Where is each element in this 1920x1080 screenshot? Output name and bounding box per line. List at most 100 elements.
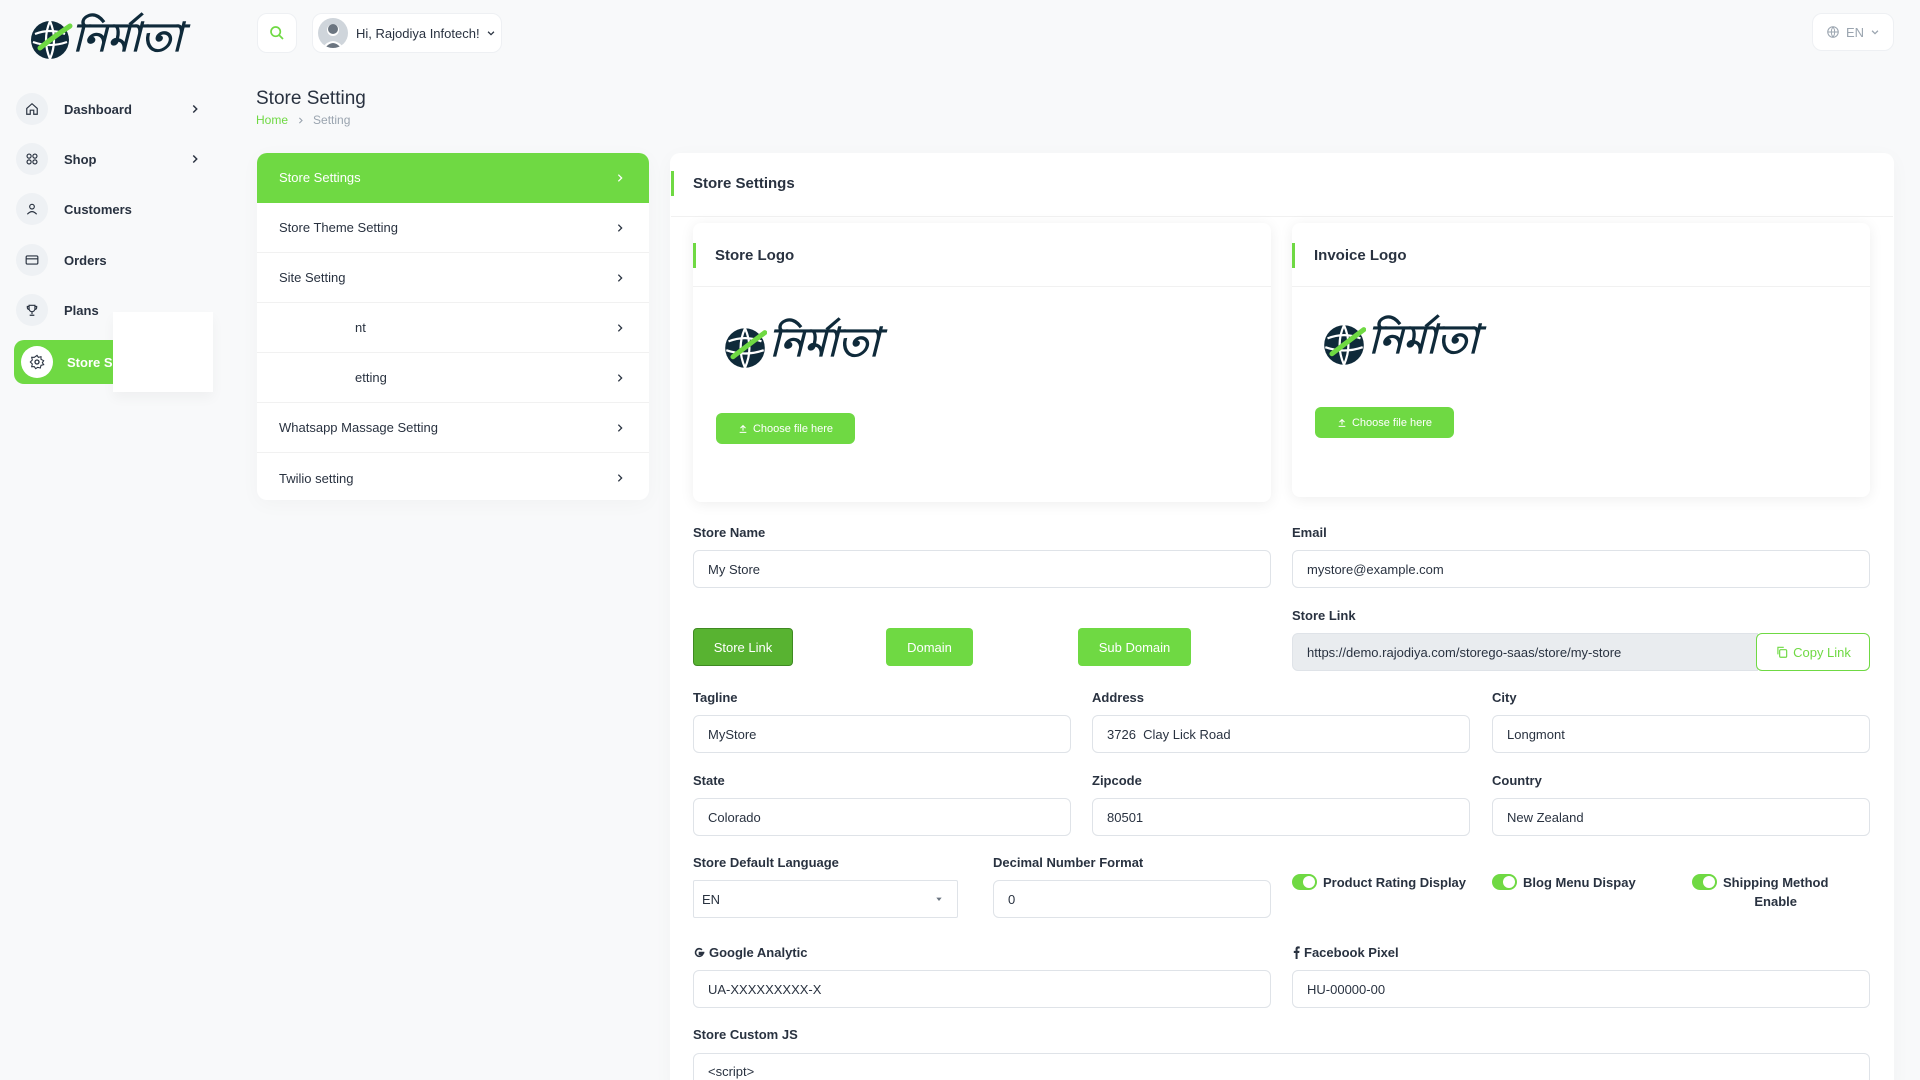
custom-js-textarea[interactable]: <script> — [693, 1053, 1870, 1080]
brand-logo[interactable]: নির্মাতা — [30, 8, 200, 68]
address-input[interactable]: 3726 Clay Lick Road — [1092, 715, 1470, 753]
invoice-logo-choose-file-button[interactable]: Choose file here — [1315, 407, 1454, 438]
default-language-value: EN — [702, 891, 721, 907]
menu-item-partial-2[interactable]: etting — [257, 353, 649, 403]
custom-js-label: Store Custom JS — [693, 1027, 798, 1042]
globe-icon — [1827, 26, 1839, 38]
user-greeting: Hi, Rajodiya Infotech! — [356, 25, 480, 41]
google-analytic-label-text: Google Analytic — [709, 945, 808, 960]
invoice-logo-card: Invoice Logo নির্মাতা Choose file here — [1292, 223, 1870, 497]
shipping-method-toggle-group: Shipping Method Enable — [1692, 874, 1828, 911]
chevron-right-icon — [617, 223, 623, 232]
shipping-method-label-line1: Shipping Method — [1723, 875, 1829, 890]
accent-bar — [693, 243, 696, 268]
menu-item-label: Whatsapp Massage Setting — [279, 420, 438, 435]
menu-item-partial-1[interactable]: nt — [257, 303, 649, 353]
upload-icon — [739, 424, 747, 433]
shipping-method-label-line2: Enable — [1754, 894, 1798, 909]
avatar — [318, 18, 348, 48]
store-link-input[interactable]: https://demo.rajodiya.com/storego-saas/s… — [1292, 633, 1758, 671]
store-link-button[interactable]: Store Link — [693, 628, 793, 666]
trophy-icon — [16, 294, 48, 326]
facebook-pixel-label-text: Facebook Pixel — [1304, 945, 1399, 960]
menu-item-label: Twilio setting — [279, 470, 354, 486]
invoice-logo-header: Invoice Logo — [1292, 223, 1870, 287]
product-rating-toggle[interactable] — [1292, 874, 1317, 890]
section-title: Store Settings — [693, 175, 795, 192]
store-name-label: Store Name — [693, 525, 766, 540]
country-input[interactable]: New Zealand — [1492, 798, 1870, 836]
chevron-down-icon — [487, 31, 494, 36]
domain-button[interactable]: Domain — [886, 628, 973, 666]
tagline-input[interactable]: MyStore — [693, 715, 1071, 753]
store-settings-header: Store Settings — [671, 153, 1893, 217]
facebook-pixel-input[interactable]: HU-00000-00 — [1292, 970, 1870, 1008]
sidebar-item-label: Customers — [64, 201, 132, 217]
store-logo-title: Store Logo — [715, 247, 795, 264]
language-label: EN — [1845, 24, 1865, 40]
email-input[interactable]: mystore@example.com — [1292, 550, 1870, 588]
country-label: Country — [1492, 773, 1542, 788]
shipping-method-toggle[interactable] — [1692, 874, 1717, 890]
menu-item-twilio-setting[interactable]: Twilio setting — [257, 453, 649, 500]
sidebar-item-dashboard[interactable]: Dashboard — [16, 89, 216, 129]
chevron-right-icon — [617, 373, 623, 382]
state-input[interactable]: Colorado — [693, 798, 1071, 836]
chevron-right-icon — [617, 323, 623, 332]
sidebar-item-label: Shop — [64, 151, 97, 167]
blog-menu-toggle-group: Blog Menu Dispay — [1492, 874, 1636, 892]
home-icon — [16, 93, 48, 125]
menu-item-label: nt — [355, 320, 366, 335]
store-name-input[interactable]: My Store — [693, 550, 1271, 588]
sidebar-item-label: Store S — [67, 354, 113, 370]
product-rating-label: Product Rating Display — [1323, 875, 1467, 890]
sidebar-item-orders[interactable]: Orders — [16, 240, 216, 280]
menu-item-site-setting[interactable]: Site Setting — [257, 253, 649, 303]
grid-icon — [16, 143, 48, 175]
invoice-logo-image-icon — [1324, 324, 1366, 366]
menu-item-store-settings[interactable]: Store Settings — [257, 153, 649, 203]
sidebar-overlay — [113, 312, 213, 392]
store-logo-image-icon — [725, 327, 767, 369]
chevron-right-icon — [617, 423, 623, 432]
sidebar-item-shop[interactable]: Shop — [16, 139, 216, 179]
menu-item-whatsapp-message-setting[interactable]: Whatsapp Massage Setting — [257, 403, 649, 453]
user-menu-button[interactable]: Hi, Rajodiya Infotech! — [312, 13, 502, 53]
store-logo-choose-file-button[interactable]: Choose file here — [716, 413, 855, 444]
chevron-right-icon — [617, 474, 623, 482]
default-language-select[interactable]: EN — [693, 880, 958, 918]
google-analytic-label: Google Analytic — [693, 945, 807, 960]
sub-domain-button[interactable]: Sub Domain — [1078, 628, 1191, 666]
tagline-label: Tagline — [693, 690, 738, 705]
sidebar-item-store-setting[interactable]: Store S — [14, 340, 113, 384]
accent-bar — [671, 171, 674, 196]
city-input[interactable]: Longmont — [1492, 715, 1870, 753]
settings-icon — [21, 346, 53, 378]
breadcrumb-home[interactable]: Home — [256, 113, 288, 127]
blog-menu-toggle[interactable] — [1492, 874, 1517, 890]
zipcode-input[interactable]: 80501 — [1092, 798, 1470, 836]
chevron-right-icon — [617, 273, 623, 282]
sidebar-item-label: Dashboard — [64, 101, 132, 117]
menu-item-label: Site Setting — [279, 270, 346, 285]
facebook-icon — [1293, 946, 1300, 959]
city-label: City — [1492, 690, 1517, 705]
sidebar-item-label: Orders — [64, 252, 107, 268]
invoice-logo-title: Invoice Logo — [1314, 247, 1407, 264]
copy-icon — [1777, 646, 1788, 658]
sidebar-item-customers[interactable]: Customers — [16, 189, 216, 229]
brand-logo-text: নির্মাতা — [72, 15, 183, 61]
menu-item-label: Store Theme Setting — [279, 220, 398, 235]
menu-item-store-theme-setting[interactable]: Store Theme Setting — [257, 203, 649, 253]
google-analytic-input[interactable]: UA-XXXXXXXXX-X — [693, 970, 1271, 1008]
chevron-right-icon — [617, 173, 623, 182]
accent-bar — [1292, 243, 1295, 268]
decimal-format-input[interactable]: 0 — [993, 880, 1271, 918]
language-dropdown[interactable]: EN — [1812, 13, 1894, 51]
search-button[interactable] — [257, 13, 297, 53]
copy-link-button[interactable]: Copy Link — [1756, 633, 1870, 671]
breadcrumb: Home Setting — [256, 113, 350, 127]
settings-menu: Store Settings Store Theme Setting Site … — [257, 153, 649, 500]
user-icon — [16, 193, 48, 225]
breadcrumb-current: Setting — [313, 113, 351, 127]
